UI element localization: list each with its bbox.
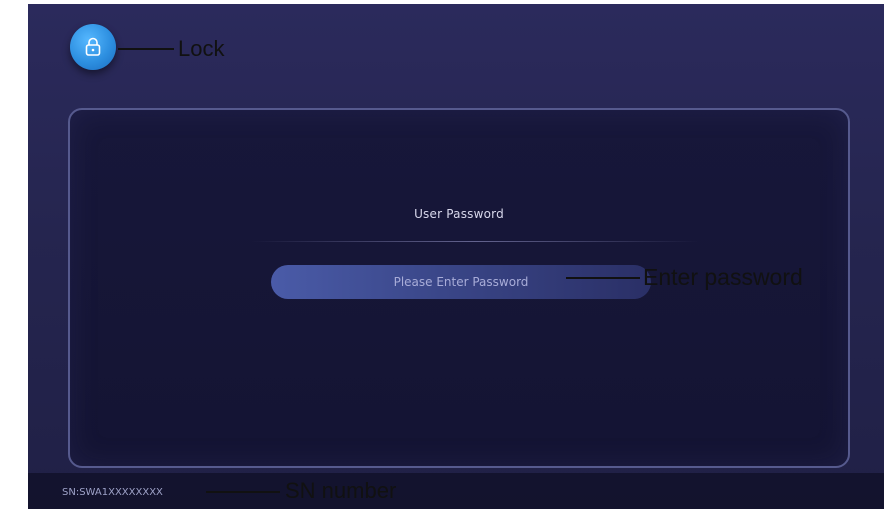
tv-lock-screen: User Password SN:SWA1XXXXXXXX bbox=[28, 4, 884, 509]
sn-number-callout-line bbox=[206, 491, 280, 493]
panel-title: User Password bbox=[414, 207, 504, 221]
password-input[interactable] bbox=[271, 265, 651, 299]
serial-number-text: SN:SWA1XXXXXXXX bbox=[62, 487, 163, 498]
sn-number-callout-label: SN number bbox=[285, 478, 397, 503]
panel-divider bbox=[250, 241, 700, 242]
lock-icon bbox=[85, 37, 101, 56]
enter-password-callout-label: Enter password bbox=[643, 264, 803, 290]
lock-callout-label: Lock bbox=[178, 36, 225, 61]
lock-button[interactable] bbox=[70, 24, 116, 70]
lock-callout-line bbox=[118, 48, 174, 50]
enter-password-callout-line bbox=[566, 277, 640, 279]
